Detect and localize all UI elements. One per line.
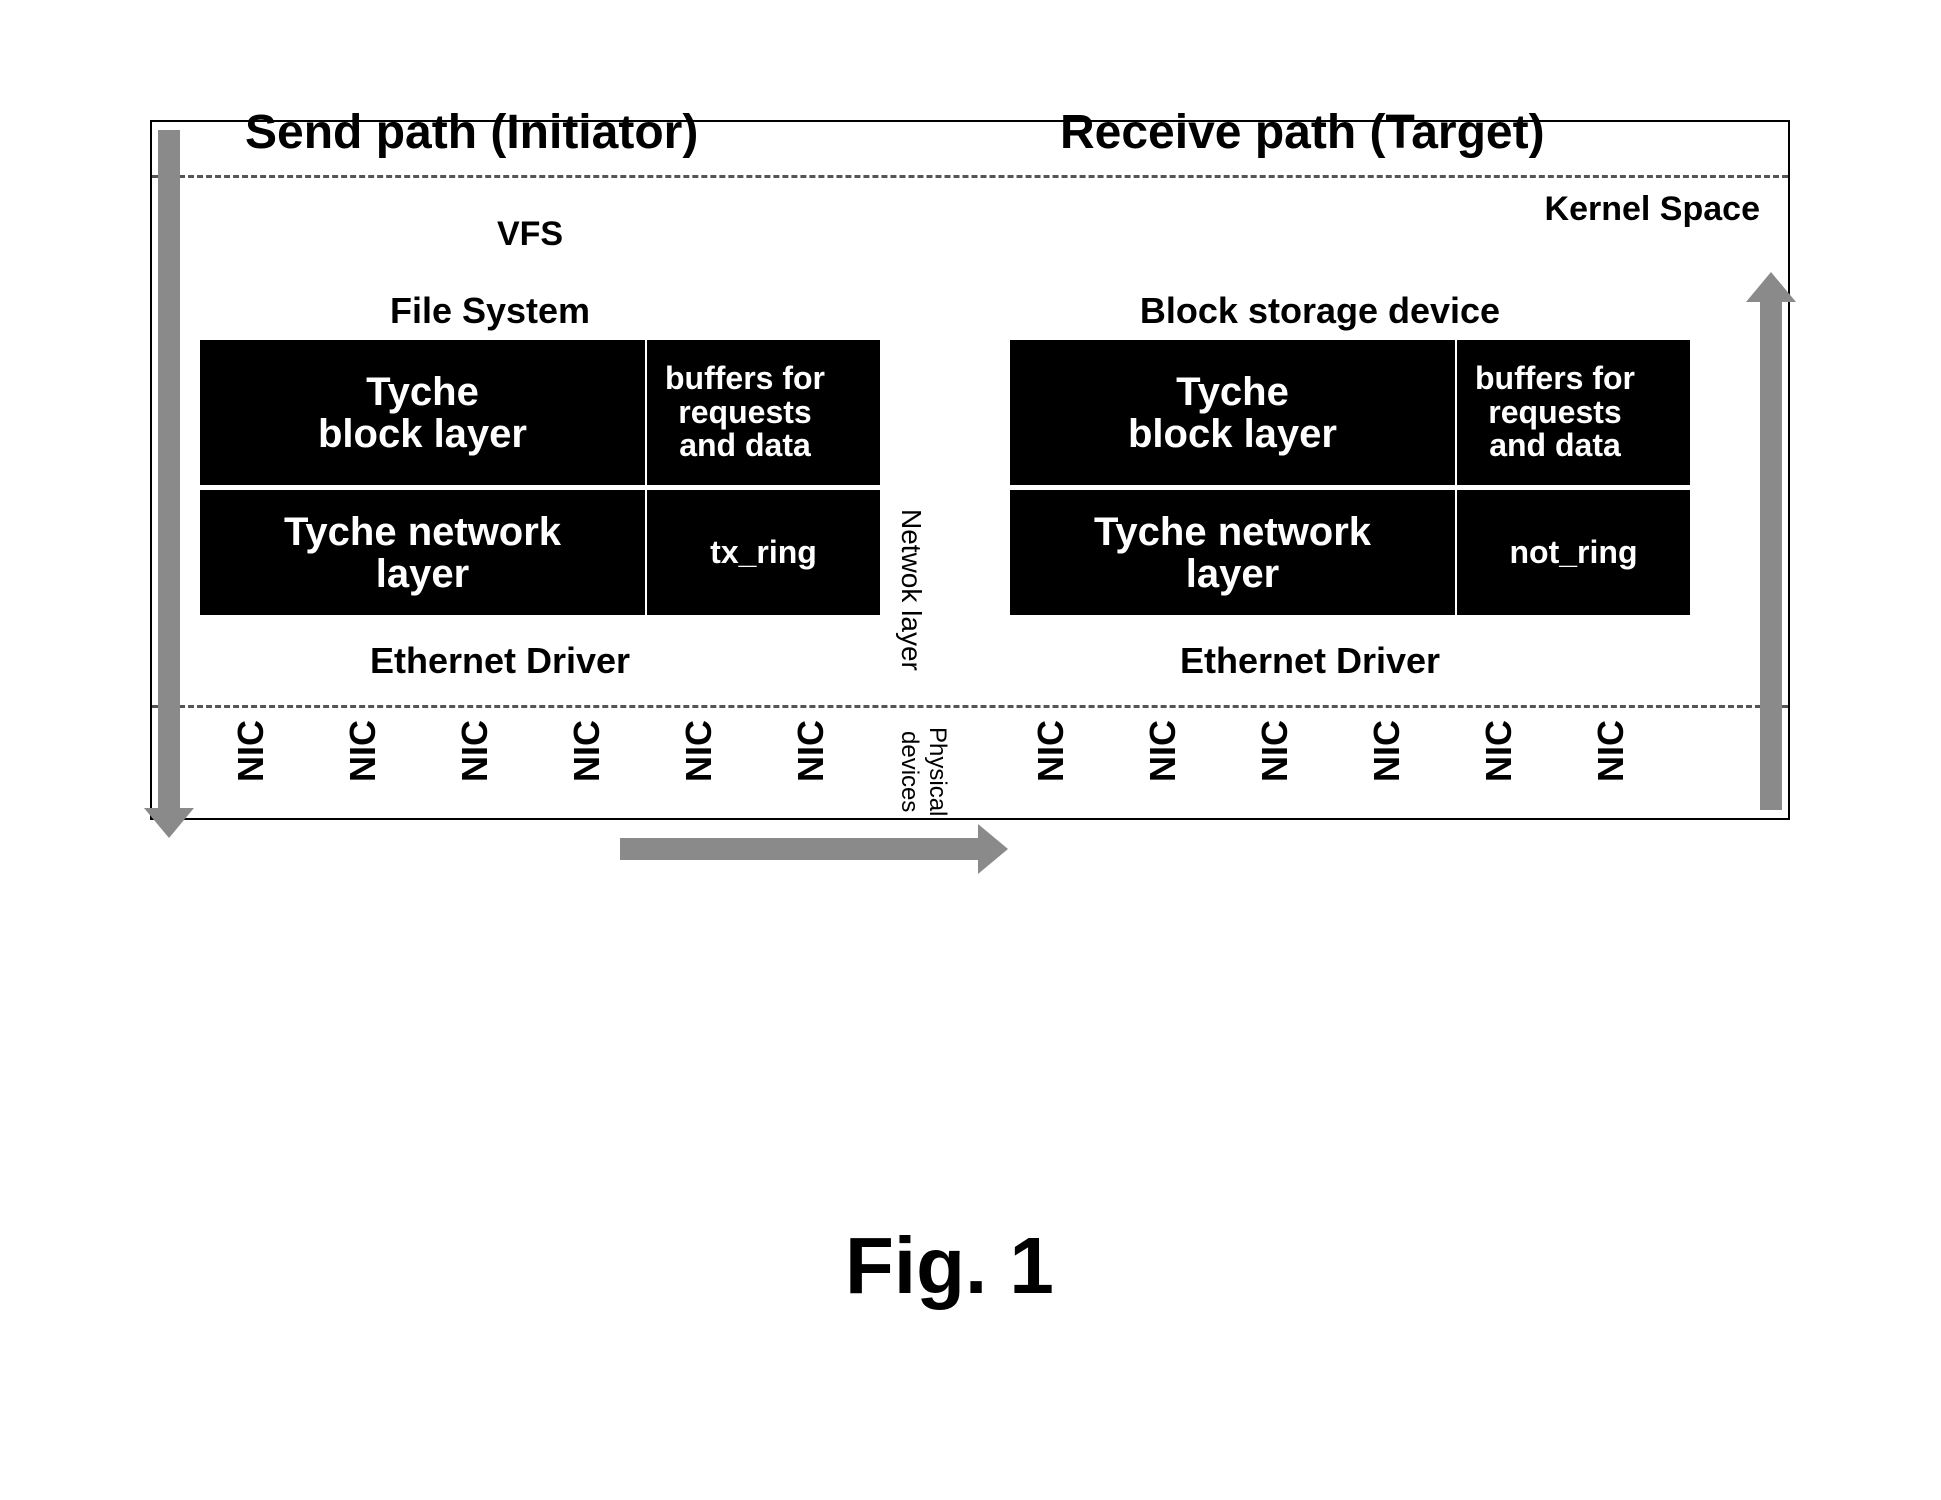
nic-label: NIC [454, 720, 496, 782]
kernel-space-label: Kernel Space [1380, 190, 1760, 229]
target-network-layer-box: Tyche network layer not_ring [1010, 490, 1690, 615]
nic-label: NIC [790, 720, 832, 782]
receive-path-title: Receive path (Target) [1060, 105, 1545, 160]
target-block-layer-box: Tyche block layer buffers for requests a… [1010, 340, 1690, 485]
initiator-network-right: tx_ring [647, 490, 880, 615]
file-system-label: File System [310, 290, 670, 332]
network-layer-vertical-label: Netwok layer [895, 480, 927, 700]
send-path-arrow-down [158, 130, 180, 810]
figure-canvas: Send path (Initiator) Receive path (Targ… [0, 0, 1941, 1500]
nic-label: NIC [1590, 720, 1632, 782]
nic-label: NIC [1030, 720, 1072, 782]
nic-label: NIC [1478, 720, 1520, 782]
nic-label: NIC [230, 720, 272, 782]
vfs-label: VFS [380, 215, 680, 254]
initiator-block-layer-box: Tyche block layer buffers for requests a… [200, 340, 880, 485]
target-block-right: buffers for requests and data [1457, 340, 1708, 485]
nic-label: NIC [566, 720, 608, 782]
nic-label: NIC [1142, 720, 1184, 782]
nic-label: NIC [1254, 720, 1296, 782]
physical-devices-vertical-label: Physical devices [895, 712, 951, 832]
target-network-main: Tyche network layer [1010, 490, 1455, 615]
initiator-ethernet-label: Ethernet Driver [280, 640, 720, 682]
target-block-main: Tyche block layer [1010, 340, 1455, 485]
receive-path-arrow-up [1760, 300, 1782, 810]
target-ethernet-label: Ethernet Driver [1090, 640, 1530, 682]
figure-caption: Fig. 1 [845, 1220, 1054, 1312]
nic-label: NIC [342, 720, 384, 782]
block-storage-label: Block storage device [1060, 290, 1580, 332]
nic-label: NIC [678, 720, 720, 782]
target-network-right: not_ring [1457, 490, 1690, 615]
divider-bottom-dashed [152, 705, 1788, 708]
initiator-network-main: Tyche network layer [200, 490, 645, 615]
horizontal-arrow-right [620, 838, 980, 860]
divider-top-dashed [152, 175, 1788, 178]
initiator-block-main: Tyche block layer [200, 340, 645, 485]
initiator-block-right: buffers for requests and data [647, 340, 898, 485]
send-path-title: Send path (Initiator) [245, 105, 698, 160]
nic-label: NIC [1366, 720, 1408, 782]
initiator-network-layer-box: Tyche network layer tx_ring [200, 490, 880, 615]
